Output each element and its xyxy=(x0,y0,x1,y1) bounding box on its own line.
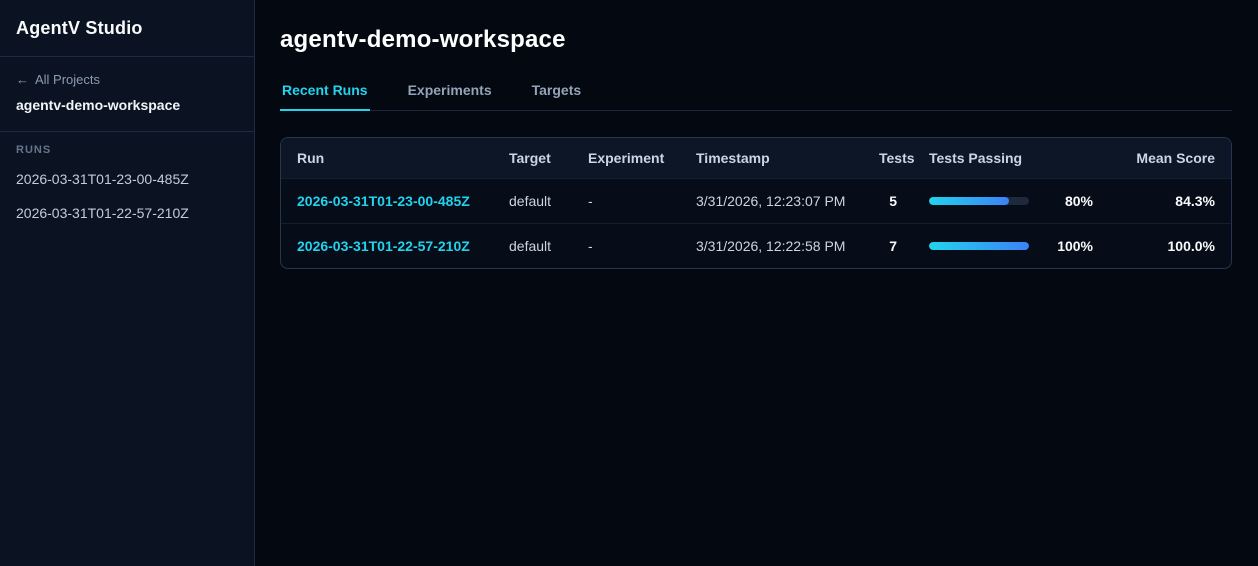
tests-cell: 7 xyxy=(889,238,897,254)
run-link[interactable]: 2026-03-31T01-22-57-210Z xyxy=(297,238,470,254)
all-projects-link[interactable]: ← All Projects xyxy=(16,72,100,87)
sidebar-project-section: ← All Projects agentv-demo-workspace xyxy=(0,57,254,132)
tests-passing-cell: 100% xyxy=(913,224,1109,269)
tests-passing-progress-bar xyxy=(929,197,1029,205)
runs-section-label: RUNS xyxy=(16,144,52,156)
runs-table: Run Target Experiment Timestamp Tests Te… xyxy=(281,138,1231,268)
runs-table-card: Run Target Experiment Timestamp Tests Te… xyxy=(280,137,1232,269)
all-projects-label: All Projects xyxy=(35,72,101,87)
col-header-target: Target xyxy=(509,150,551,166)
sidebar-run-item[interactable]: 2026-03-31T01-22-57-210Z xyxy=(16,196,238,230)
main-content: agentv-demo-workspace Recent Runs Experi… xyxy=(255,0,1258,566)
mean-score-cell: 84.3% xyxy=(1175,193,1215,209)
sidebar-run-item[interactable]: 2026-03-31T01-23-00-485Z xyxy=(16,162,238,196)
tab-bar: Recent Runs Experiments Targets xyxy=(280,82,1232,111)
mean-score-cell: 100.0% xyxy=(1167,238,1215,254)
col-header-tests: Tests xyxy=(879,150,915,166)
tests-passing-pct: 80% xyxy=(1064,193,1093,209)
run-link[interactable]: 2026-03-31T01-23-00-485Z xyxy=(297,193,470,209)
app-title: AgentV Studio xyxy=(16,18,143,38)
target-cell: default xyxy=(509,238,552,254)
col-header-run: Run xyxy=(297,150,325,166)
tests-cell: 5 xyxy=(889,193,897,209)
page-title: agentv-demo-workspace xyxy=(280,26,566,53)
col-header-timestamp: Timestamp xyxy=(696,150,770,166)
tab-targets[interactable]: Targets xyxy=(530,82,584,111)
table-row: 2026-03-31T01-22-57-210Z default - 3/31/… xyxy=(281,223,1231,269)
sidebar-workspace-name: agentv-demo-workspace xyxy=(16,97,181,113)
target-cell: default xyxy=(509,193,552,209)
experiment-cell: - xyxy=(588,193,593,209)
tests-passing-pct: 100% xyxy=(1057,238,1093,254)
table-header-row: Run Target Experiment Timestamp Tests Te… xyxy=(281,138,1231,179)
app-root: AgentV Studio ← All Projects agentv-demo… xyxy=(0,0,1258,566)
sidebar: AgentV Studio ← All Projects agentv-demo… xyxy=(0,0,255,566)
timestamp-cell: 3/31/2026, 12:23:07 PM xyxy=(696,193,846,209)
experiment-cell: - xyxy=(588,238,593,254)
tests-passing-cell: 80% xyxy=(913,179,1109,224)
sidebar-header: AgentV Studio xyxy=(0,0,254,57)
timestamp-cell: 3/31/2026, 12:22:58 PM xyxy=(696,238,846,254)
sidebar-runs-section: RUNS 2026-03-31T01-23-00-485Z 2026-03-31… xyxy=(0,132,254,242)
tests-passing-progress-bar xyxy=(929,242,1029,250)
tab-recent-runs[interactable]: Recent Runs xyxy=(280,82,370,111)
col-header-experiment: Experiment xyxy=(588,150,665,166)
table-row: 2026-03-31T01-23-00-485Z default - 3/31/… xyxy=(281,178,1231,224)
back-arrow-icon: ← xyxy=(16,72,29,87)
col-header-mean-score: Mean Score xyxy=(1136,150,1215,166)
col-header-tests-passing: Tests Passing xyxy=(929,150,1023,166)
tab-experiments[interactable]: Experiments xyxy=(406,82,494,111)
